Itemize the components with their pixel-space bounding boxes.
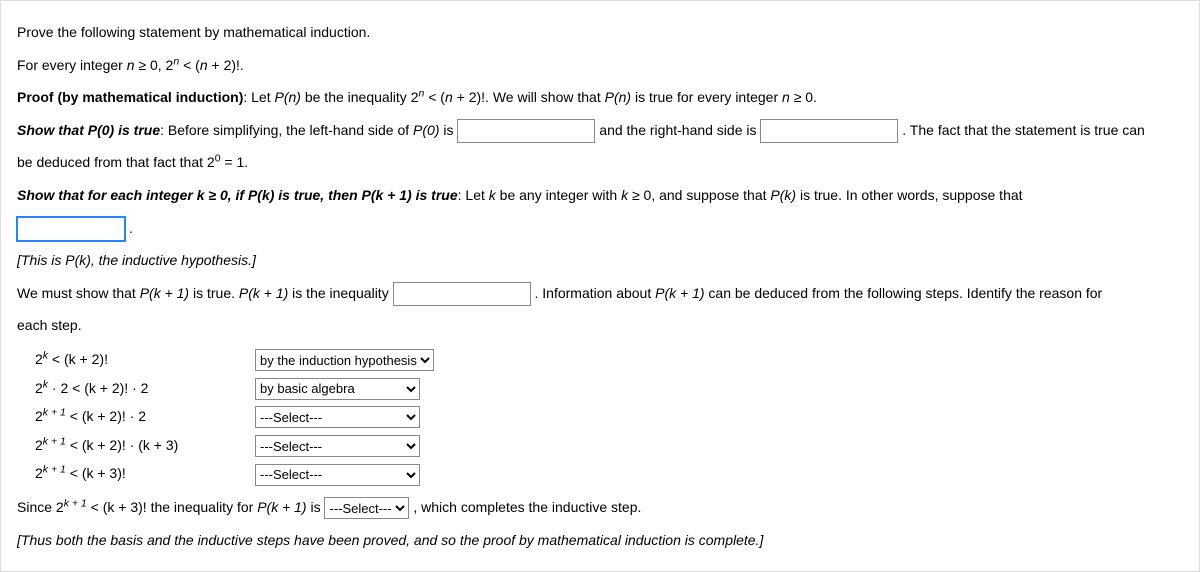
text: and the right-hand side is [599,122,760,138]
prompt-line: Prove the following statement by mathema… [17,19,1183,46]
step-4-expr: 2k + 1 < (k + 2)! · (k + 3) [35,431,255,460]
var-n: n [445,89,453,105]
text: : Let [458,187,489,203]
pk1-inequality-input[interactable] [393,282,531,306]
var-k: k [489,187,496,203]
var-n: n [782,89,790,105]
step-5-expr: 2k + 1 < (k + 3)! [35,459,255,488]
show-p0-label: Show that P(0) is true [17,122,160,138]
steps-grid: 2k < (k + 2)! by the induction hypothesi… [35,345,1183,488]
text: < (k + 3)! the inequality for [87,499,257,515]
exp: k + 1 [64,497,87,509]
p0-lhs-input[interactable] [457,119,595,143]
exp: k + 1 [43,406,66,418]
p0: P(0) [413,122,439,138]
text: 2 [35,380,43,396]
text: + 2)!. [208,57,244,73]
conclusion-select[interactable]: ---Select--- [324,497,409,519]
p0-rhs-input[interactable] [760,119,898,143]
step-3-reason: ---Select--- [255,403,435,430]
text: is true. [189,285,239,301]
var-k: k [621,187,628,203]
proof-label: Proof (by mathematical induction) [17,89,243,105]
text: is [440,122,458,138]
must-show-line: We must show that P(k + 1) is true. P(k … [17,280,1183,307]
step-5-select[interactable]: ---Select--- [255,464,420,486]
text: < (k + 2)! · (k + 3) [66,437,178,453]
step-3-expr: 2k + 1 < (k + 2)! · 2 [35,402,255,431]
text: + 2)!. We will show that [453,89,605,105]
pk1: P(k + 1) [655,285,704,301]
show-pk-line: Show that for each integer k ≥ 0, if P(k… [17,182,1183,209]
step-1-expr: 2k < (k + 2)! [35,345,255,374]
step-1-select[interactable]: by the induction hypothesis [255,349,434,371]
text: < ( [179,57,200,73]
text: < (k + 2)! [48,351,108,367]
text: 2 [35,351,43,367]
text: . Information about [534,285,655,301]
step-5-reason: ---Select--- [255,460,435,487]
step-2-expr: 2k · 2 < (k + 2)! · 2 [35,374,255,403]
text: be any integer with [496,187,621,203]
var-n: n [127,57,135,73]
text: ≥ 0, 2 [135,57,174,73]
text: < (k + 2)! · 2 [66,408,146,424]
text: : Let [243,89,274,105]
step-3-select[interactable]: ---Select--- [255,406,420,428]
text: , which completes the inductive step. [413,499,641,515]
pn: P(n) [605,89,631,105]
text: = 1. [221,154,249,170]
pk1: P(k + 1) [239,285,288,301]
show-pk-label: Show that for each integer k ≥ 0, if P(k… [17,187,458,203]
text: is [307,499,325,515]
text: ≥ 0, and suppose that [628,187,770,203]
text: . The fact that the statement is true ca… [902,122,1145,138]
exp: k + 1 [43,464,66,476]
proof-intro: Proof (by mathematical induction): Let P… [17,84,1183,111]
text: is true for every integer [631,89,782,105]
text: For every integer [17,57,127,73]
text: · 2 < (k + 2)! · 2 [48,380,148,396]
pn: P(n) [275,89,301,105]
step-2-reason: by basic algebra [255,375,435,402]
text: We must show that [17,285,140,301]
pk1: P(k + 1) [140,285,189,301]
text: < (k + 3)! [66,465,126,481]
text: Since 2 [17,499,64,515]
text: be deduced from that fact that 2 [17,154,215,170]
since-line: Since 2k + 1 < (k + 3)! the inequality f… [17,494,1183,521]
statement-line: For every integer n ≥ 0, 2n < (n + 2)!. [17,52,1183,79]
text: can be deduced from the following steps.… [705,285,1103,301]
hypothesis-input-line: . [17,215,1183,242]
step-2-select[interactable]: by basic algebra [255,378,420,400]
text: 2 [35,437,43,453]
step-4-reason: ---Select--- [255,432,435,459]
hypothesis-input[interactable] [17,217,125,241]
text: is true. In other words, suppose that [796,187,1022,203]
show-p0-line1: Show that P(0) is true: Before simplifyi… [17,117,1183,144]
var-n: n [200,57,208,73]
text: is the inequality [288,285,392,301]
text: 2 [35,465,43,481]
pk: P(k) [770,187,796,203]
closing-line: [Thus both the basis and the inductive s… [17,527,1183,554]
step-1-reason: by the induction hypothesis [255,346,435,373]
text: < ( [424,89,445,105]
show-p0-line2: be deduced from that fact that 20 = 1. [17,149,1183,176]
each-step: each step. [17,312,1183,339]
text: be the inequality 2 [301,89,419,105]
hypothesis-note: [This is P(k), the inductive hypothesis.… [17,247,1183,274]
step-4-select[interactable]: ---Select--- [255,435,420,457]
text: ≥ 0. [790,89,817,105]
text: 2 [35,408,43,424]
pk1: P(k + 1) [257,499,306,515]
text: : Before simplifying, the left-hand side… [160,122,413,138]
text: . [129,220,133,236]
exp: k + 1 [43,435,66,447]
